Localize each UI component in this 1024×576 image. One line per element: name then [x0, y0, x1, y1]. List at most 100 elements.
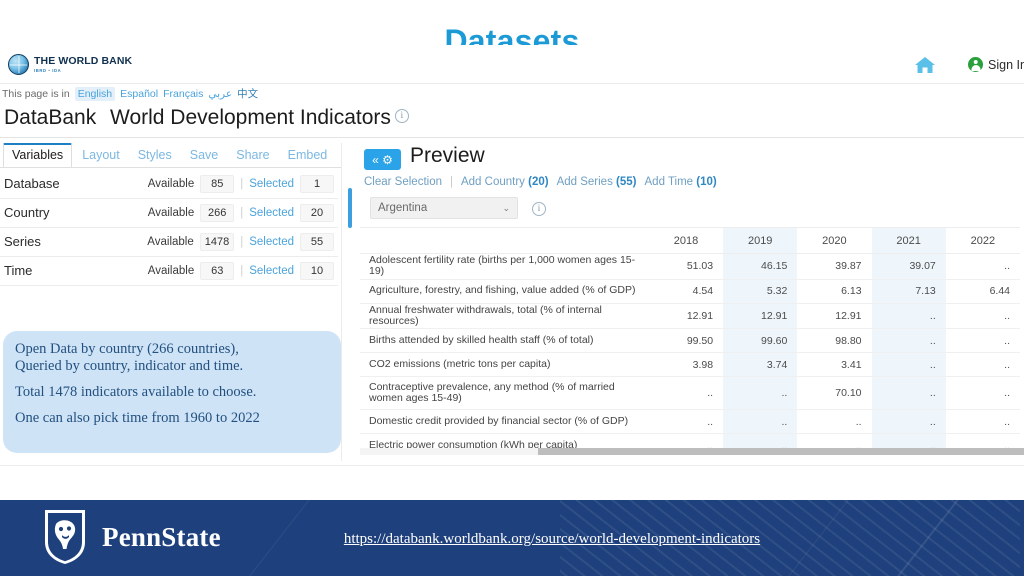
table-body: Adolescent fertility rate (births per 1,…	[360, 253, 1020, 450]
table-header-year[interactable]: 2018	[648, 227, 724, 254]
preview-action-links: Clear Selection | Add Country (20) Add S…	[364, 176, 717, 188]
language-chinese[interactable]: 中文	[237, 86, 258, 101]
language-espanol[interactable]: Español	[120, 88, 158, 100]
selected-count: 1	[300, 174, 334, 193]
cell-value: 6.44	[945, 279, 1020, 304]
selected-label[interactable]: Selected	[249, 178, 294, 190]
table-header-year[interactable]: 2021	[871, 227, 946, 254]
language-arabic[interactable]: عربي	[208, 88, 232, 100]
table-row[interactable]: Births attended by skilled health staff …	[360, 328, 1020, 354]
tab-variables[interactable]: Variables	[3, 143, 73, 167]
variable-label: Time	[4, 263, 33, 278]
selected-count: 55	[300, 232, 334, 251]
databank-brand[interactable]: DataBank	[4, 106, 96, 130]
add-country-count: (20)	[528, 176, 549, 188]
cell-value: ..	[797, 409, 872, 435]
user-avatar-icon	[968, 57, 983, 72]
cell-value: 46.15	[723, 253, 798, 280]
variable-row-country[interactable]: Country Available 266 | Selected 20	[0, 198, 338, 228]
country-info-icon[interactable]: i	[532, 202, 546, 216]
tab-share[interactable]: Share	[228, 144, 277, 167]
available-count: 63	[200, 261, 235, 280]
home-icon[interactable]	[912, 54, 938, 76]
tab-save[interactable]: Save	[182, 144, 227, 167]
table-row[interactable]: Annual freshwater withdrawals, total (% …	[360, 303, 1020, 330]
data-table: 2018 2019 2020 2021 2022 Adolescent fert…	[360, 227, 1020, 450]
table-header-year[interactable]: 2019	[723, 227, 798, 254]
worldbank-logo-subtext: IBRD • IDA	[34, 68, 62, 73]
tab-layout[interactable]: Layout	[74, 144, 128, 167]
cell-value: 39.87	[797, 253, 872, 280]
add-country-link[interactable]: Add Country (20)	[461, 176, 549, 188]
variables-tab-group: Variables Layout Styles Save Share Embed	[3, 143, 335, 167]
table-header-year[interactable]: 2020	[797, 227, 872, 254]
table-header-row: 2018 2019 2020 2021 2022	[360, 227, 1020, 254]
tab-embed[interactable]: Embed	[280, 144, 336, 167]
add-time-link[interactable]: Add Time (10)	[645, 176, 717, 188]
cell-value: ..	[871, 352, 946, 378]
scrollbar-thumb[interactable]	[538, 448, 1024, 455]
country-select[interactable]: Argentina ⌄	[370, 197, 518, 219]
callout-paragraph-1: Open Data by country (266 countries), Qu…	[15, 341, 243, 375]
selected-label[interactable]: Selected	[249, 236, 294, 248]
clear-selection-link[interactable]: Clear Selection	[364, 176, 442, 188]
language-intro: This page is in	[2, 87, 70, 100]
panel-resize-handle[interactable]	[348, 188, 352, 228]
table-row[interactable]: CO2 emissions (metric tons per capita) 3…	[360, 352, 1020, 378]
table-row[interactable]: Adolescent fertility rate (births per 1,…	[360, 253, 1020, 280]
preview-heading: Preview	[410, 144, 485, 167]
available-label: Available	[147, 264, 195, 277]
worldbank-logo[interactable]: THE WORLD BANK IBRD • IDA	[8, 54, 132, 75]
variables-tabs-divider	[0, 167, 341, 168]
cell-value: 3.74	[723, 352, 798, 378]
cell-value: ..	[648, 376, 724, 411]
table-header-year[interactable]: 2022	[945, 227, 1020, 254]
selected-count: 20	[300, 203, 334, 222]
cell-value: 98.80	[797, 328, 872, 354]
variable-row-series[interactable]: Series Available 1478 | Selected 55	[0, 227, 338, 257]
settings-collapse-button[interactable]: « ⚙	[364, 149, 401, 170]
cell-value: 6.13	[797, 279, 872, 304]
variable-row-database[interactable]: Database Available 85 | Selected 1	[0, 169, 338, 199]
callout-line-3: Total 1478 indicators available to choos…	[15, 384, 257, 400]
worldbank-logo-text: THE WORLD BANK	[34, 54, 133, 67]
source-url[interactable]: https://databank.worldbank.org/source/wo…	[0, 531, 1024, 548]
cell-value: 3.98	[648, 352, 724, 378]
selected-label[interactable]: Selected	[249, 207, 294, 219]
add-time-label: Add Time	[644, 176, 694, 188]
callout-line-4: One can also pick time from 1960 to 2022	[15, 410, 260, 426]
table-header-indicator	[360, 227, 649, 254]
indicator-name: Domestic credit provided by financial se…	[360, 409, 649, 435]
cell-value: 12.91	[723, 303, 798, 330]
table-row[interactable]: Contraceptive prevalence, any method (% …	[360, 376, 1020, 411]
language-english[interactable]: English	[74, 86, 116, 101]
variable-label: Country	[4, 205, 50, 220]
databank-screenshot: THE WORLD BANK IBRD • IDA Sign In This p…	[0, 45, 1024, 475]
indicator-name: Adolescent fertility rate (births per 1,…	[360, 253, 649, 280]
language-francais[interactable]: Français	[163, 88, 203, 100]
cell-value: ..	[945, 303, 1020, 330]
indicator-name: CO2 emissions (metric tons per capita)	[360, 352, 649, 378]
cell-value: ..	[723, 376, 798, 411]
cell-value: ..	[945, 328, 1020, 354]
count-separator: |	[240, 206, 244, 219]
table-row[interactable]: Agriculture, forestry, and fishing, valu…	[360, 279, 1020, 304]
tab-styles[interactable]: Styles	[130, 144, 180, 167]
sign-in-button[interactable]: Sign In	[968, 57, 1024, 72]
table-row[interactable]: Domestic credit provided by financial se…	[360, 409, 1020, 435]
available-count: 85	[200, 174, 235, 193]
selected-label[interactable]: Selected	[249, 265, 294, 277]
cell-value: ..	[723, 409, 798, 435]
table-horizontal-scrollbar[interactable]	[360, 448, 1024, 455]
cell-value: ..	[871, 303, 946, 330]
selected-count: 10	[300, 261, 334, 280]
info-icon[interactable]: i	[394, 109, 409, 123]
annotation-callout: Open Data by country (266 countries), Qu…	[3, 331, 341, 453]
add-series-link[interactable]: Add Series (55)	[557, 176, 637, 188]
indicator-name: Annual freshwater withdrawals, total (% …	[360, 303, 649, 330]
data-table-wrapper: 2018 2019 2020 2021 2022 Adolescent fert…	[360, 227, 1024, 450]
cell-value: 5.32	[723, 279, 798, 304]
cell-value: 4.54	[648, 279, 724, 304]
variable-row-time[interactable]: Time Available 63 | Selected 10	[0, 256, 338, 286]
pennstate-footer-band: PennState https://databank.worldbank.org…	[0, 500, 1024, 576]
